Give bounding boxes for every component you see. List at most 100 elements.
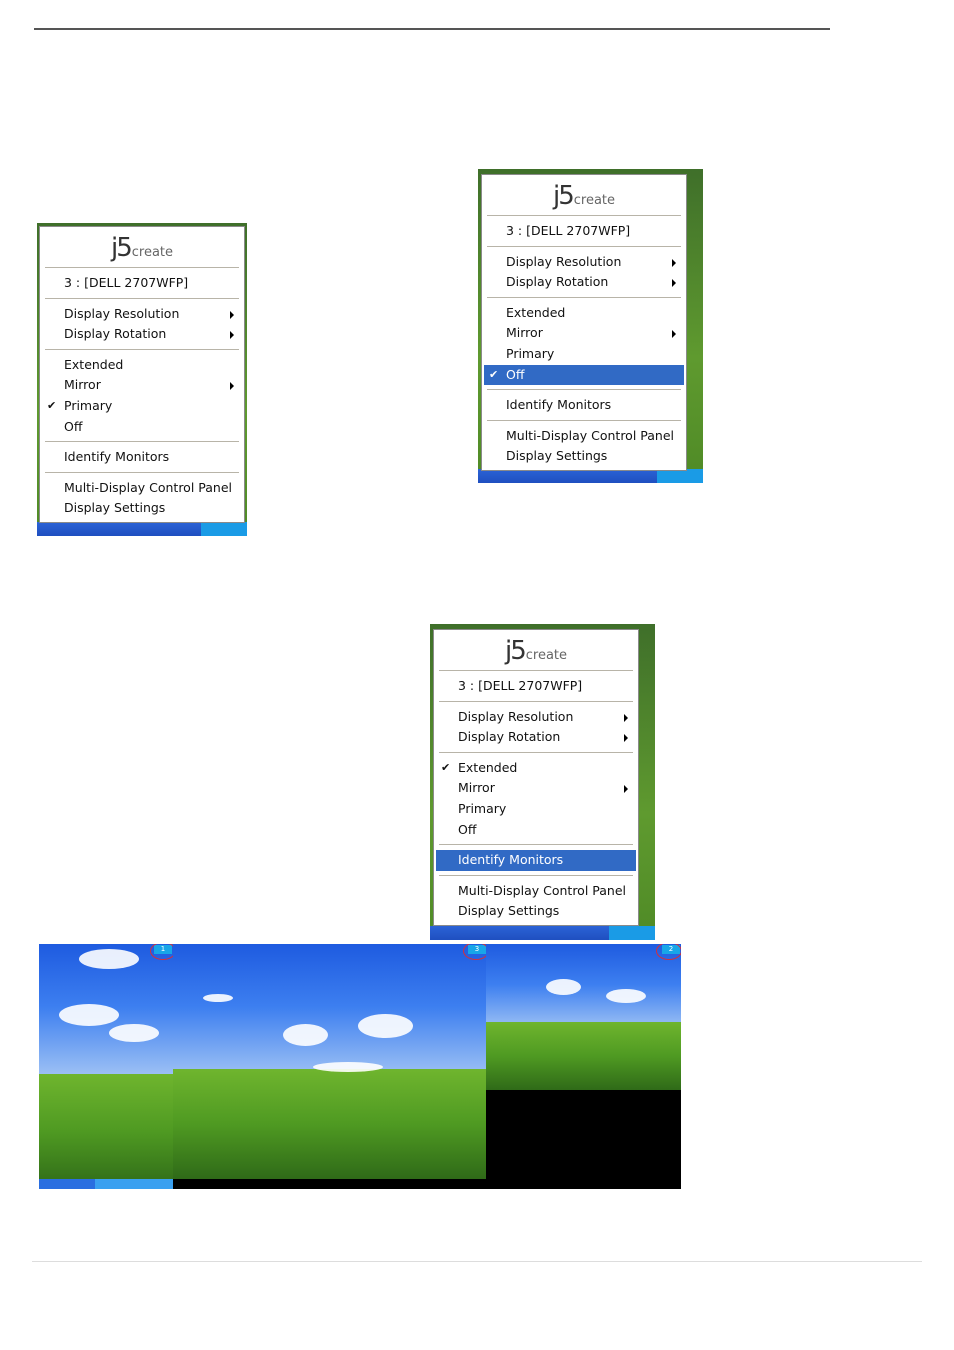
menu-item-multi-display-control-panel[interactable]: Multi-Display Control Panel <box>484 426 684 447</box>
menu-item-label: Multi-Display Control Panel <box>506 427 674 443</box>
menu-item-identify-monitors[interactable]: Identify Monitors <box>484 395 684 416</box>
context-menu: j5 create 3 : [DELL 2707WFP] Display Resolu… <box>39 226 245 523</box>
menu-item-display-resolution[interactable]: Display Resolution <box>436 707 636 728</box>
menu-item-label: Extended <box>506 304 566 320</box>
system-tray <box>609 926 655 940</box>
menu-item-label: Display Rotation <box>64 326 167 342</box>
menu-item-display-settings[interactable]: Display Settings <box>436 901 636 922</box>
menu-item-display-rotation[interactable]: Display Rotation <box>42 324 242 345</box>
menu-item-label: Display Resolution <box>458 708 574 724</box>
menu-item-off[interactable]: Off ✔ <box>484 364 684 386</box>
monitor-panel-2: 2 <box>486 944 681 1090</box>
menu-separator <box>439 844 633 846</box>
menu-separator <box>45 348 239 350</box>
menu-item-display-resolution[interactable]: Display Resolution <box>42 304 242 325</box>
j5create-logo: j5 create <box>40 227 244 263</box>
menu-item-off[interactable]: Off <box>436 820 636 841</box>
menu-separator <box>45 297 239 299</box>
menu-item-mirror[interactable]: Mirror <box>42 375 242 396</box>
menu-separator <box>439 670 633 671</box>
monitor-panel-1: 1 <box>39 944 173 1189</box>
menu-item-primary[interactable]: Primary <box>436 799 636 820</box>
menu-header-monitor: 3 : [DELL 2707WFP] <box>506 223 631 238</box>
menu-item-multi-display-control-panel[interactable]: Multi-Display Control Panel <box>436 881 636 902</box>
logo-mark: j5 <box>110 233 133 263</box>
j5create-logo: j5 create <box>482 175 686 211</box>
menu-item-display-rotation[interactable]: Display Rotation <box>484 272 684 293</box>
submenu-arrow-icon <box>624 734 628 743</box>
menu-item-label: Primary <box>506 345 555 361</box>
submenu-arrow-icon <box>624 785 628 794</box>
screenshot-menu-identify: j5 create 3 : [DELL 2707WFP] Display Resolu… <box>430 624 655 940</box>
menu-item-label: Display Settings <box>506 448 608 464</box>
menu-item-mirror[interactable]: Mirror <box>436 778 636 799</box>
menu-item-label: Multi-Display Control Panel <box>64 479 232 495</box>
checkmark-icon: ✔ <box>47 398 57 412</box>
header-rule <box>34 28 830 30</box>
menu-item-label: Off <box>506 366 525 382</box>
menu-header-monitor: 3 : [DELL 2707WFP] <box>458 678 583 693</box>
menu-item-label: Display Resolution <box>506 253 622 269</box>
menu-item-label: Display Resolution <box>64 305 180 321</box>
menu-item-primary[interactable]: Primary <box>484 344 684 365</box>
manual-page: j5 create 3 : [DELL 2707WFP] Display Resolu… <box>0 0 954 1350</box>
menu-item-display-rotation[interactable]: Display Rotation <box>436 727 636 748</box>
menu-item-mirror[interactable]: Mirror <box>484 323 684 344</box>
submenu-arrow-icon <box>672 258 676 267</box>
menu-item-label: Extended <box>458 759 518 775</box>
menu-item-label: Off <box>64 418 83 434</box>
screenshot-menu-primary: j5 create 3 : [DELL 2707WFP] Display Resolu… <box>37 223 247 536</box>
menu-separator <box>487 245 681 247</box>
system-tray <box>201 522 247 536</box>
menu-item-identify-monitors[interactable]: Identify Monitors <box>436 850 636 871</box>
menu-separator <box>487 389 681 391</box>
menu-item-label: Mirror <box>64 377 101 393</box>
menu-item-primary[interactable]: Primary ✔ <box>42 396 242 417</box>
checkmark-icon: ✔ <box>441 760 451 774</box>
menu-header-monitor: 3 : [DELL 2707WFP] <box>64 275 189 290</box>
menu-item-label: Identify Monitors <box>64 449 170 465</box>
highlight-circle <box>150 944 173 960</box>
menu-item-extended[interactable]: Extended <box>484 303 684 324</box>
submenu-arrow-icon <box>230 331 234 340</box>
menu-item-multi-display-control-panel[interactable]: Multi-Display Control Panel <box>42 478 242 499</box>
j5create-logo: j5 create <box>434 630 638 666</box>
system-tray <box>657 469 703 483</box>
menu-separator <box>439 874 633 876</box>
context-menu: j5 create 3 : [DELL 2707WFP] Display Resolu… <box>481 174 687 471</box>
menu-item-label: Extended <box>64 356 124 372</box>
menu-item-label: Off <box>458 821 477 837</box>
menu-item-label: Display Rotation <box>458 729 561 745</box>
menu-item-label: Primary <box>64 397 113 413</box>
submenu-arrow-icon <box>672 330 676 339</box>
logo-wordmark: create <box>573 193 616 208</box>
monitor-panel-3: 3 <box>173 944 486 1179</box>
menu-item-display-settings[interactable]: Display Settings <box>42 498 242 519</box>
logo-wordmark: create <box>525 648 568 663</box>
menu-item-extended[interactable]: Extended ✔ <box>436 758 636 779</box>
menu-separator <box>45 471 239 473</box>
menu-separator <box>439 751 633 753</box>
menu-item-label: Mirror <box>458 780 495 796</box>
submenu-arrow-icon <box>230 310 234 319</box>
menu-item-label: Display Settings <box>458 903 560 919</box>
menu-item-display-resolution[interactable]: Display Resolution <box>484 252 684 273</box>
submenu-arrow-icon <box>672 279 676 288</box>
menu-item-identify-monitors[interactable]: Identify Monitors <box>42 447 242 468</box>
identify-monitors-desktop: 1 3 2 <box>39 944 681 1189</box>
menu-item-label: Display Rotation <box>506 274 609 290</box>
logo-mark: j5 <box>504 636 527 666</box>
menu-item-display-settings[interactable]: Display Settings <box>484 446 684 467</box>
menu-item-label: Identify Monitors <box>458 852 564 868</box>
menu-item-off[interactable]: Off <box>42 417 242 438</box>
menu-item-label: Mirror <box>506 325 543 341</box>
menu-item-label: Primary <box>458 800 507 816</box>
submenu-arrow-icon <box>230 382 234 391</box>
menu-separator <box>487 419 681 421</box>
menu-item-label: Multi-Display Control Panel <box>458 882 626 898</box>
screenshot-menu-off: j5 create 3 : [DELL 2707WFP] Display Resolu… <box>478 169 703 483</box>
submenu-arrow-icon <box>624 713 628 722</box>
menu-separator <box>45 267 239 268</box>
checkmark-icon: ✔ <box>489 367 499 381</box>
menu-item-extended[interactable]: Extended <box>42 355 242 376</box>
